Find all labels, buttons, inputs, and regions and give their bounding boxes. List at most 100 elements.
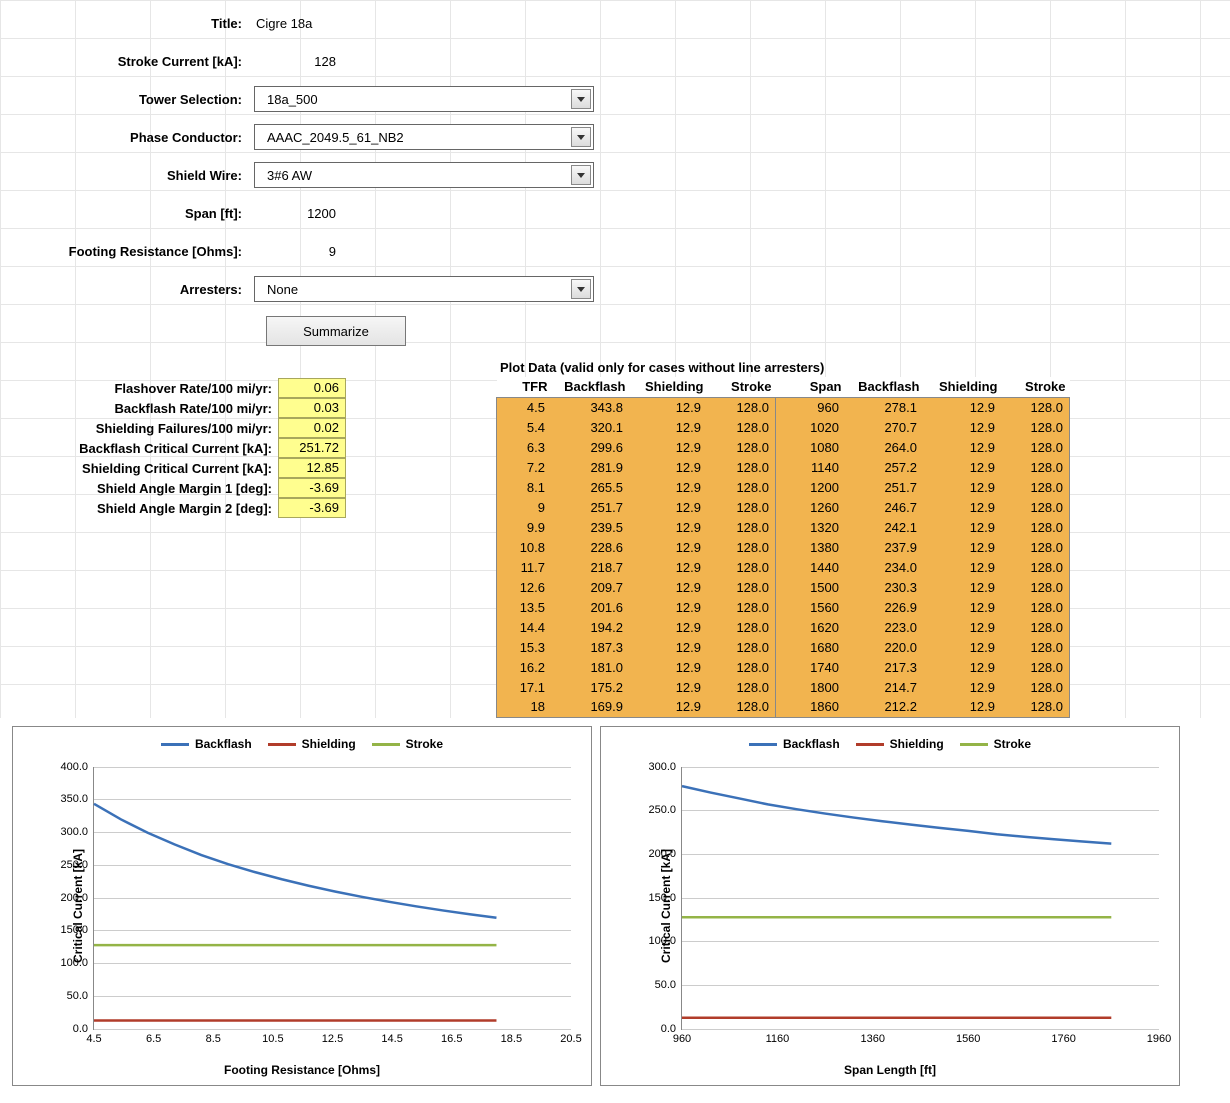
table-cell: 128.0 — [708, 617, 776, 637]
table-cell: 1440 — [776, 557, 846, 577]
plot-area: 0.050.0100.0150.0200.0250.0300.0350.0400… — [93, 767, 571, 1030]
x-tick-label: 960 — [673, 1029, 691, 1045]
table-row: 5.4320.112.9128.01020270.712.9128.0 — [497, 417, 1070, 437]
table-cell: 128.0 — [708, 517, 776, 537]
table-cell: 1680 — [776, 637, 846, 657]
table-cell: 128.0 — [708, 417, 776, 437]
table-cell: 12.9 — [924, 497, 1002, 517]
table-cell: 1500 — [776, 577, 846, 597]
legend-swatch-icon — [372, 743, 400, 746]
chart: BackflashShieldingStrokeCritical Current… — [12, 726, 592, 1086]
table-cell: 1380 — [776, 537, 846, 557]
dropdown-arrow-icon[interactable] — [571, 127, 591, 147]
table-cell: 12.9 — [630, 677, 708, 697]
tower-selection-value: 18a_500 — [267, 92, 318, 107]
y-tick-label: 350.0 — [50, 793, 94, 805]
table-cell: 7.2 — [497, 457, 552, 477]
table-cell: 12.9 — [924, 697, 1002, 717]
table-row: 7.2281.912.9128.01140257.212.9128.0 — [497, 457, 1070, 477]
table-row: 15.3187.312.9128.01680220.012.9128.0 — [497, 637, 1070, 657]
table-cell: 128.0 — [708, 497, 776, 517]
table-row: 9251.712.9128.01260246.712.9128.0 — [497, 497, 1070, 517]
phase-conductor-dropdown[interactable]: AAAC_2049.5_61_NB2 — [254, 124, 594, 150]
table-cell: 237.9 — [846, 537, 924, 557]
table-cell: 128.0 — [1002, 637, 1070, 657]
table-row: 17.1175.212.9128.01800214.712.9128.0 — [497, 677, 1070, 697]
table-cell: 12.9 — [924, 617, 1002, 637]
phase-conductor-value: AAAC_2049.5_61_NB2 — [267, 130, 404, 145]
table-cell: 12.9 — [924, 437, 1002, 457]
span-label: Span [ft]: — [10, 206, 248, 221]
table-cell: 234.0 — [846, 557, 924, 577]
table-cell: 128.0 — [708, 397, 776, 417]
table-cell: 10.8 — [497, 537, 552, 557]
chart: BackflashShieldingStrokeCritical Current… — [600, 726, 1180, 1086]
table-cell: 12.9 — [630, 517, 708, 537]
table-cell: 209.7 — [552, 577, 630, 597]
y-tick-label: 150.0 — [638, 892, 682, 904]
result-value: 12.85 — [278, 458, 346, 478]
result-value: 0.02 — [278, 418, 346, 438]
table-cell: 128.0 — [708, 537, 776, 557]
tower-selection-label: Tower Selection: — [10, 92, 248, 107]
chart-series-icon — [682, 767, 1159, 1029]
table-cell: 223.0 — [846, 617, 924, 637]
x-tick-label: 1760 — [1051, 1029, 1075, 1045]
chart-series-icon — [94, 767, 571, 1029]
table-cell: 12.9 — [924, 557, 1002, 577]
plot-header: Backflash — [552, 377, 630, 397]
table-cell: 128.0 — [1002, 417, 1070, 437]
result-value: 0.03 — [278, 398, 346, 418]
table-cell: 128.0 — [708, 557, 776, 577]
span-value[interactable]: 1200 — [248, 206, 344, 221]
table-cell: 12.9 — [924, 577, 1002, 597]
table-cell: 128.0 — [1002, 577, 1070, 597]
title-label: Title: — [10, 16, 248, 31]
table-cell: 320.1 — [552, 417, 630, 437]
table-cell: 251.7 — [846, 477, 924, 497]
plot-data-title: Plot Data (valid only for cases without … — [500, 360, 1070, 375]
table-cell: 201.6 — [552, 597, 630, 617]
table-cell: 265.5 — [552, 477, 630, 497]
dropdown-arrow-icon[interactable] — [571, 165, 591, 185]
tower-selection-dropdown[interactable]: 18a_500 — [254, 86, 594, 112]
table-cell: 960 — [776, 397, 846, 417]
table-cell: 12.9 — [630, 597, 708, 617]
title-value[interactable]: Cigre 18a — [248, 16, 344, 31]
table-cell: 217.3 — [846, 657, 924, 677]
phase-conductor-label: Phase Conductor: — [10, 130, 248, 145]
stroke-current-value[interactable]: 128 — [248, 54, 344, 69]
table-cell: 281.9 — [552, 457, 630, 477]
table-cell: 128.0 — [1002, 557, 1070, 577]
plot-header: TFR — [497, 377, 552, 397]
y-tick-label: 50.0 — [638, 979, 682, 991]
arresters-dropdown[interactable]: None — [254, 276, 594, 302]
dropdown-arrow-icon[interactable] — [571, 89, 591, 109]
table-cell: 12.9 — [924, 637, 1002, 657]
legend-item: Stroke — [960, 737, 1031, 751]
table-cell: 128.0 — [1002, 537, 1070, 557]
arresters-label: Arresters: — [10, 282, 248, 297]
x-tick-label: 1160 — [766, 1029, 790, 1045]
table-cell: 181.0 — [552, 657, 630, 677]
table-cell: 128.0 — [708, 637, 776, 657]
table-cell: 128.0 — [708, 677, 776, 697]
legend-label: Backflash — [195, 737, 252, 751]
table-cell: 246.7 — [846, 497, 924, 517]
legend-item: Shielding — [268, 737, 356, 751]
shield-wire-dropdown[interactable]: 3#6 AW — [254, 162, 594, 188]
summarize-button[interactable]: Summarize — [266, 316, 406, 346]
y-tick-label: 200.0 — [638, 848, 682, 860]
table-cell: 128.0 — [708, 697, 776, 717]
footing-resistance-value[interactable]: 9 — [248, 244, 344, 259]
table-cell: 12.9 — [630, 577, 708, 597]
y-tick-label: 150.0 — [50, 924, 94, 936]
table-cell: 12.9 — [630, 477, 708, 497]
table-row: 13.5201.612.9128.01560226.912.9128.0 — [497, 597, 1070, 617]
table-cell: 16.2 — [497, 657, 552, 677]
table-cell: 1020 — [776, 417, 846, 437]
table-cell: 128.0 — [708, 457, 776, 477]
shield-wire-value: 3#6 AW — [267, 168, 312, 183]
table-cell: 220.0 — [846, 637, 924, 657]
dropdown-arrow-icon[interactable] — [571, 279, 591, 299]
